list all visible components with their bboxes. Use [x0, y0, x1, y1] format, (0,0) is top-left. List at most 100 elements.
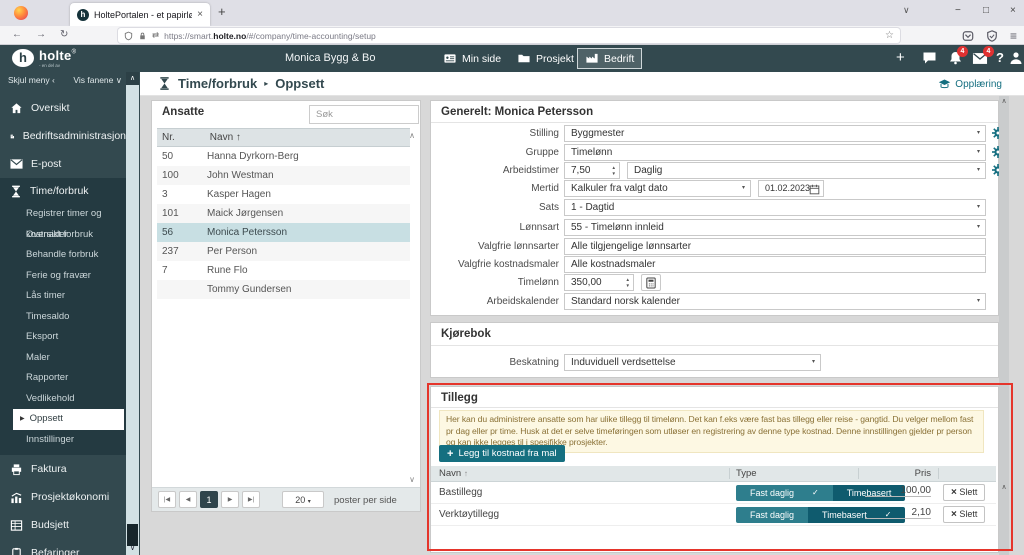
maximize-button[interactable]: □ — [983, 5, 989, 16]
show-tabs-button[interactable]: Vis fanene ∨ — [73, 75, 122, 90]
price-input[interactable]: 100,00 — [865, 485, 931, 497]
beskatning-select[interactable]: Induviduell verdsettelse▾ — [564, 354, 821, 371]
submenu-innstillinger[interactable]: Innstillinger — [0, 430, 126, 451]
spin-up-icon[interactable]: ▲ — [612, 165, 616, 170]
submenu-eksport[interactable]: Eksport — [0, 327, 126, 348]
column-header-pris[interactable]: Pris — [865, 466, 931, 482]
submenu-behandle-forbruk[interactable]: Behandle forbruk — [0, 245, 126, 266]
nav-tab-prosjekt[interactable]: Prosjekt — [510, 48, 581, 69]
spin-down-icon[interactable]: ▼ — [612, 171, 616, 176]
column-header-navn[interactable]: Navn ↑ — [210, 132, 241, 143]
bookmark-star-icon[interactable]: ☆ — [885, 30, 894, 41]
table-row[interactable]: Tommy Gundersen — [157, 280, 410, 299]
price-input[interactable]: 2,10 — [865, 507, 931, 519]
address-bar[interactable]: ⇄ https://smart.holte.no/#/company/time-… — [118, 28, 900, 43]
table-row[interactable]: 3Kasper Hagen — [157, 185, 410, 204]
table-row-selected[interactable]: 56Monica Petersson — [157, 223, 410, 242]
lonnsart-select[interactable]: 55 - Timelønn innleid▾ — [564, 219, 986, 236]
browser-tab[interactable]: h HoltePortalen - et papirløst bra × — [70, 3, 210, 26]
content-scroll-up-icon[interactable]: ∧ — [999, 97, 1009, 105]
toggle-fast-daglig[interactable]: Fast daglig — [736, 507, 808, 523]
pocket-icon[interactable] — [962, 30, 974, 42]
pager-next-button[interactable]: ▶ — [221, 491, 239, 508]
extension-icon[interactable] — [986, 30, 998, 42]
table-scroll-down-icon[interactable]: ∨ — [409, 475, 415, 484]
submenu-maler[interactable]: Maler — [0, 348, 126, 369]
calendar-icon[interactable] — [809, 184, 820, 195]
reload-button[interactable]: ↻ — [60, 29, 68, 40]
add-icon[interactable]: + — [896, 49, 905, 66]
sidebar-scroll-thumb[interactable] — [127, 524, 138, 546]
tab-list-chevron-icon[interactable]: ∨ — [903, 5, 910, 16]
training-link[interactable]: Opplæring — [938, 79, 1002, 90]
table-scroll-up-icon[interactable]: ∧ — [999, 483, 1009, 491]
valgfrie-lonnsarter-input[interactable]: Alle tilgjengelige lønnsarter — [564, 238, 986, 255]
submenu-timesaldo[interactable]: Timesaldo — [0, 307, 126, 328]
pager-last-button[interactable]: ▶| — [242, 491, 260, 508]
stilling-select[interactable]: Byggmester▾ — [564, 125, 986, 142]
column-header-type[interactable]: Type — [736, 466, 757, 482]
submenu-registrer-timer[interactable]: Registrer timer og kostnader — [0, 204, 126, 225]
submenu-rapporter[interactable]: Rapporter — [0, 368, 126, 389]
arbeidskalender-select[interactable]: Standard norsk kalender▾ — [564, 293, 986, 310]
sidebar-item-oversikt[interactable]: Oversikt — [0, 94, 126, 122]
delete-button[interactable]: × Slett — [943, 484, 985, 501]
submenu-oversikt-forbruk[interactable]: Oversikt forbruk — [0, 225, 126, 246]
table-row[interactable]: 50Hanna Dyrkorn-Berg — [157, 147, 410, 166]
table-row[interactable]: 237Per Person — [157, 242, 410, 261]
holte-logo[interactable]: h holte® - en del av — [12, 47, 76, 68]
valgfrie-kostnadsmaler-input[interactable]: Alle kostnadsmaler — [564, 256, 986, 273]
hide-menu-button[interactable]: Skjul meny ‹ — [8, 75, 55, 90]
menu-hamburger-icon[interactable]: ≡ — [1010, 29, 1017, 43]
table-row[interactable]: 101Maick Jørgensen — [157, 204, 410, 223]
sidebar-scrollbar[interactable] — [126, 85, 139, 555]
delete-button[interactable]: × Slett — [943, 506, 985, 523]
table-row[interactable]: 7Rune Flo — [157, 261, 410, 280]
help-icon[interactable]: ? — [996, 50, 1004, 65]
spin-up-icon[interactable]: ▲ — [626, 277, 630, 282]
chat-icon[interactable] — [922, 51, 937, 65]
arbeidstimer-period-select[interactable]: Daglig▾ — [627, 162, 986, 179]
spin-down-icon[interactable]: ▼ — [626, 283, 630, 288]
new-tab-button[interactable]: + — [218, 4, 226, 19]
sidebar-item-faktura[interactable]: Faktura — [0, 455, 126, 483]
url-text[interactable]: https://smart.holte.no/#/company/time-ac… — [164, 31, 880, 41]
close-tab-icon[interactable]: × — [197, 9, 203, 20]
stepper-arrows-icon[interactable]: ▲▼ — [626, 277, 630, 288]
add-cost-button[interactable]: +Legg til kostnad fra mal — [439, 445, 565, 462]
submenu-oppsett-selected[interactable]: ▶Oppsett — [13, 409, 124, 430]
sidebar-item-bedriftsadministrasjon[interactable]: Bedriftsadministrasjon — [0, 122, 126, 150]
pager-first-button[interactable]: |◀ — [158, 491, 176, 508]
sidebar-item-prosjektokonomi[interactable]: Prosjektøkonomi — [0, 483, 126, 511]
lock-icon[interactable] — [138, 31, 147, 41]
employees-table-header[interactable]: Nr. Navn ↑ — [157, 128, 410, 147]
shield-icon[interactable] — [124, 31, 133, 41]
sidebar-item-epost[interactable]: E-post — [0, 150, 126, 178]
stepper-arrows-icon[interactable]: ▲▼ — [612, 165, 616, 176]
gruppe-select[interactable]: Timelønn▾ — [564, 144, 986, 161]
close-window-button[interactable]: × — [1010, 5, 1016, 16]
pager-page-1[interactable]: 1 — [200, 491, 218, 508]
mertid-select[interactable]: Kalkuler fra valgt dato▾ — [564, 180, 751, 197]
arbeidstimer-stepper[interactable]: 7,50▲▼ — [564, 162, 620, 179]
breadcrumb-section[interactable]: Time/forbruk — [178, 76, 257, 91]
sidebar-scroll-up[interactable]: ∧ — [126, 72, 139, 85]
table-row[interactable]: 100John Westman — [157, 166, 410, 185]
minimize-button[interactable]: − — [955, 5, 961, 16]
timelonn-stepper[interactable]: 350,00▲▼ — [564, 274, 634, 291]
user-icon[interactable] — [1009, 51, 1023, 65]
sidebar-item-befaringer[interactable]: Befaringer — [0, 539, 126, 555]
column-header-navn[interactable]: Navn ↑ — [439, 466, 468, 482]
submenu-vedlikehold[interactable]: Vedlikehold — [0, 389, 126, 410]
permissions-icon[interactable]: ⇄ — [152, 30, 159, 41]
nav-tab-min-side[interactable]: Min side — [436, 48, 508, 69]
column-header-nr[interactable]: Nr. — [157, 129, 207, 147]
sats-select[interactable]: 1 - Dagtid▾ — [564, 199, 986, 216]
table-scroll-up-icon[interactable]: ∧ — [409, 131, 415, 140]
page-size-select[interactable]: 20 ▾ — [282, 491, 324, 508]
search-input[interactable] — [309, 105, 419, 124]
calculator-button[interactable] — [641, 274, 661, 291]
sidebar-item-budsjett[interactable]: Budsjett — [0, 511, 126, 539]
submenu-ferie-fravaer[interactable]: Ferie og fravær — [0, 266, 126, 287]
back-button[interactable]: ← — [12, 29, 22, 40]
